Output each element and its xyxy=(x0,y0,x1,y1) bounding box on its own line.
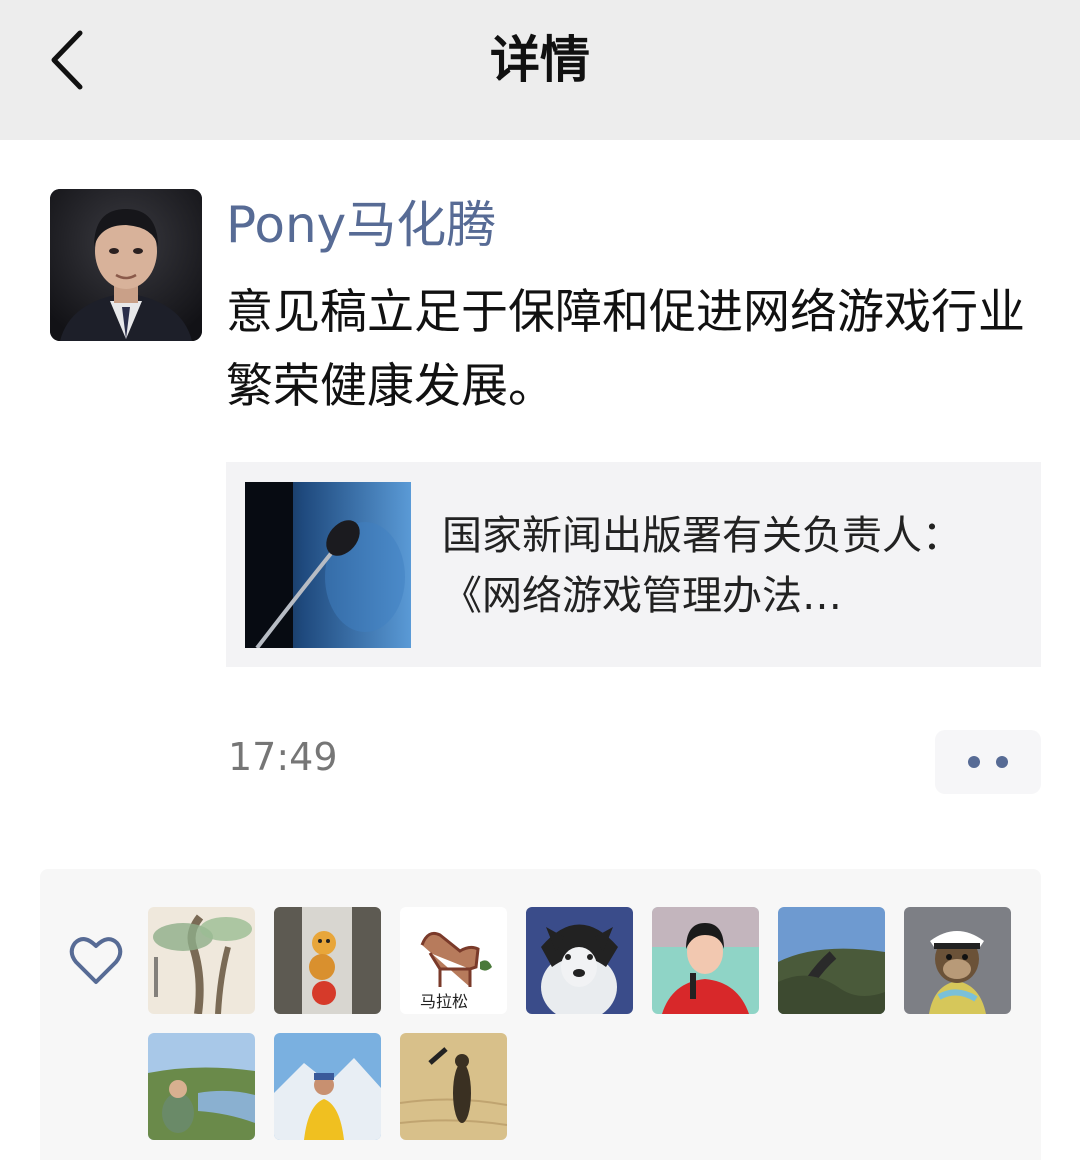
post-text: 意见稿立足于保障和促进网络游戏行业繁荣健康发展。 xyxy=(226,285,1025,414)
liker-avatar[interactable] xyxy=(904,907,1011,1014)
author-avatar[interactable] xyxy=(50,189,202,341)
author-name[interactable]: Pony马化腾 xyxy=(226,190,496,260)
liker-avatar[interactable] xyxy=(526,907,633,1014)
liker-avatar[interactable] xyxy=(148,1033,255,1140)
more-dots-icon xyxy=(968,756,980,768)
liker-avatar[interactable] xyxy=(274,1033,381,1140)
shared-link-card[interactable]: 国家新闻出版署有关负责人：《网络游戏管理办法… xyxy=(226,462,1041,667)
link-title: 国家新闻出版署有关负责人：《网络游戏管理办法… xyxy=(442,513,962,619)
liker-avatar[interactable] xyxy=(400,1033,507,1140)
more-dots-icon xyxy=(996,756,1008,768)
liker-avatar[interactable] xyxy=(652,907,759,1014)
page-title: 详情 xyxy=(490,31,590,89)
post-timestamp: 17:49 xyxy=(228,735,338,779)
liker-avatar-caption: 马拉松 xyxy=(420,992,468,1011)
liker-avatar[interactable]: 马拉松 xyxy=(400,907,507,1014)
liker-avatar[interactable] xyxy=(778,907,885,1014)
nav-header: 详情 xyxy=(0,0,1080,140)
link-thumbnail xyxy=(245,482,411,648)
heart-outline-icon xyxy=(66,930,126,990)
portrait-image xyxy=(50,189,202,341)
more-actions-button[interactable] xyxy=(935,730,1041,794)
liker-avatar[interactable] xyxy=(274,907,381,1014)
liker-avatar[interactable] xyxy=(148,907,255,1014)
